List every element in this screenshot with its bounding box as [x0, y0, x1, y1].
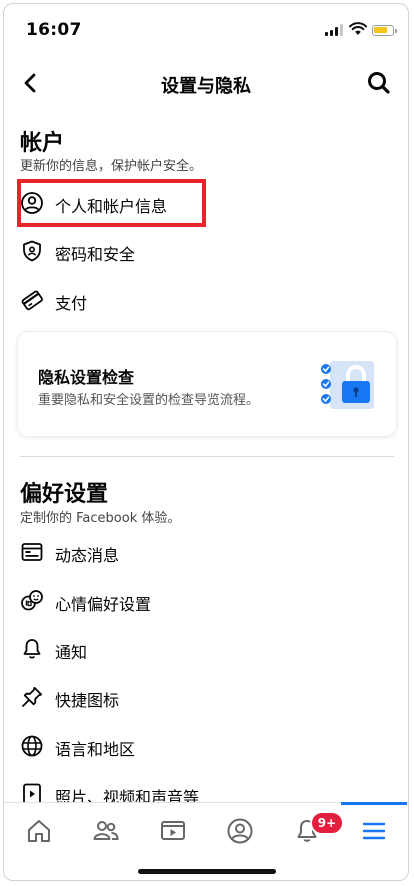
- menu-icon: [362, 822, 386, 840]
- menu-item-label: 语言和地区: [55, 740, 136, 759]
- friends-icon: [93, 821, 119, 840]
- home-indicator: [138, 869, 276, 874]
- video-icon: [161, 821, 185, 840]
- profile-icon: [227, 818, 253, 844]
- shield-icon: [23, 240, 41, 262]
- menu-item-language-region[interactable]: 语言和地区: [18, 726, 388, 766]
- menu-item-news-feed[interactable]: 动态消息: [18, 532, 388, 572]
- card-subtitle: 重要隐私和安全设置的检查导览流程。: [38, 393, 260, 408]
- search-button[interactable]: [364, 68, 394, 98]
- globe-icon: [21, 735, 43, 757]
- bell-icon: [23, 639, 41, 659]
- tab-notifications[interactable]: 9+: [274, 803, 344, 865]
- lock-checklist-icon: [321, 361, 374, 409]
- menu-item-shortcuts[interactable]: 快捷图标: [18, 677, 388, 717]
- preferences-section-title: 偏好设置: [20, 482, 109, 507]
- credit-card-icon: [21, 290, 43, 311]
- pin-icon: [22, 686, 43, 707]
- search-icon: [368, 72, 390, 94]
- menu-item-label: 心情偏好设置: [55, 595, 152, 614]
- tab-profile[interactable]: [207, 803, 273, 865]
- tab-home[interactable]: [6, 803, 72, 865]
- tab-menu[interactable]: [341, 802, 407, 865]
- tab-friends[interactable]: [73, 803, 139, 865]
- privacy-checkup-card[interactable]: 隐私设置检查 重要隐私和安全设置的检查导览流程。: [18, 332, 396, 436]
- menu-item-label: 通知: [55, 643, 88, 662]
- cellular-signal-icon: [325, 24, 345, 36]
- menu-item-password-security[interactable]: 密码和安全: [18, 231, 388, 271]
- battery-icon: [372, 25, 397, 36]
- preferences-section-subtitle: 定制你的 Facebook 体验。: [20, 511, 181, 526]
- status-bar: 16:07: [4, 4, 408, 56]
- tab-watch[interactable]: [140, 803, 206, 865]
- news-feed-icon: [21, 543, 43, 561]
- menu-item-label: 密码和安全: [55, 245, 136, 264]
- card-title: 隐私设置检查: [38, 368, 135, 387]
- screen: 16:07 设置与隐私 帐户 更新你的信息，保护帐户安全。 个人和帐户信息 密码…: [3, 3, 409, 881]
- home-icon: [28, 820, 50, 842]
- menu-item-payments[interactable]: 支付: [18, 280, 388, 320]
- account-section-title: 帐户: [20, 131, 65, 156]
- menu-item-label: 动态消息: [55, 546, 120, 565]
- page-title: 设置与隐私: [161, 76, 251, 97]
- highlight-box: [17, 179, 206, 227]
- menu-item-notifications[interactable]: 通知: [18, 629, 388, 669]
- bottom-tab-bar: 9+: [4, 802, 408, 865]
- wifi-icon: [349, 22, 367, 35]
- reactions-icon: [21, 590, 43, 611]
- menu-item-label: 快捷图标: [55, 691, 120, 710]
- section-divider: [20, 456, 394, 457]
- header: 设置与隐私: [4, 62, 408, 106]
- account-section-subtitle: 更新你的信息，保护帐户安全。: [20, 159, 203, 174]
- menu-item-label: 支付: [55, 294, 88, 313]
- status-time: 16:07: [26, 20, 82, 40]
- menu-item-reaction-preferences[interactable]: 心情偏好设置: [18, 581, 388, 621]
- notification-badge: 9+: [310, 811, 344, 835]
